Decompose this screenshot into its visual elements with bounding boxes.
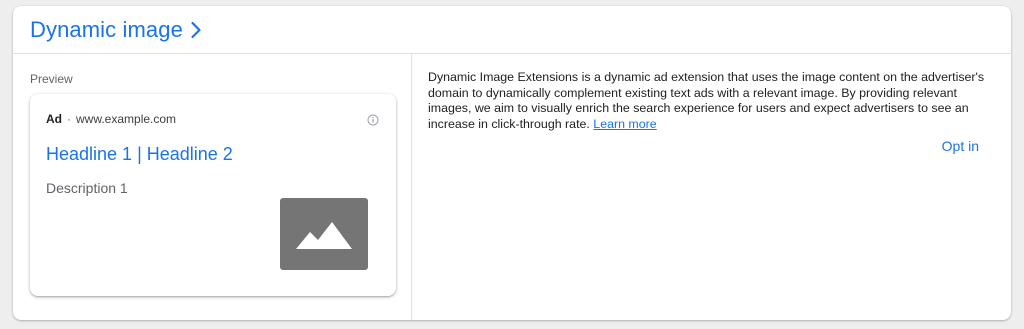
opt-in-button[interactable]: Opt in: [942, 138, 979, 154]
ad-description: Description 1: [46, 180, 128, 196]
info-column: Dynamic Image Extensions is a dynamic ad…: [428, 70, 988, 132]
ad-headline: Headline 1 | Headline 2: [46, 144, 233, 164]
chevron-right-icon[interactable]: [190, 21, 202, 39]
ad-separator: ·: [67, 112, 71, 126]
dynamic-image-card: Dynamic image Preview Ad · www.example.com: [13, 6, 1011, 320]
ad-display-url: www.example.com: [76, 112, 177, 126]
learn-more-link[interactable]: Learn more: [593, 117, 656, 131]
card-body: Preview Ad · www.example.com Headline 1 | …: [13, 54, 1011, 320]
preview-column: Preview Ad · www.example.com Headline 1 | …: [13, 54, 412, 320]
extension-description: Dynamic Image Extensions is a dynamic ad…: [428, 70, 988, 132]
card-header[interactable]: Dynamic image: [13, 6, 1011, 54]
info-icon[interactable]: [367, 113, 379, 126]
extension-description-text: Dynamic Image Extensions is a dynamic ad…: [428, 70, 985, 131]
ad-badge: Ad: [46, 112, 62, 126]
preview-label: Preview: [30, 72, 73, 86]
ad-top-line: Ad · www.example.com: [46, 112, 176, 126]
image-placeholder-icon: [280, 198, 368, 270]
card-title[interactable]: Dynamic image: [30, 17, 183, 43]
ad-preview-card: Ad · www.example.com Headline 1 | Headline…: [30, 94, 396, 296]
